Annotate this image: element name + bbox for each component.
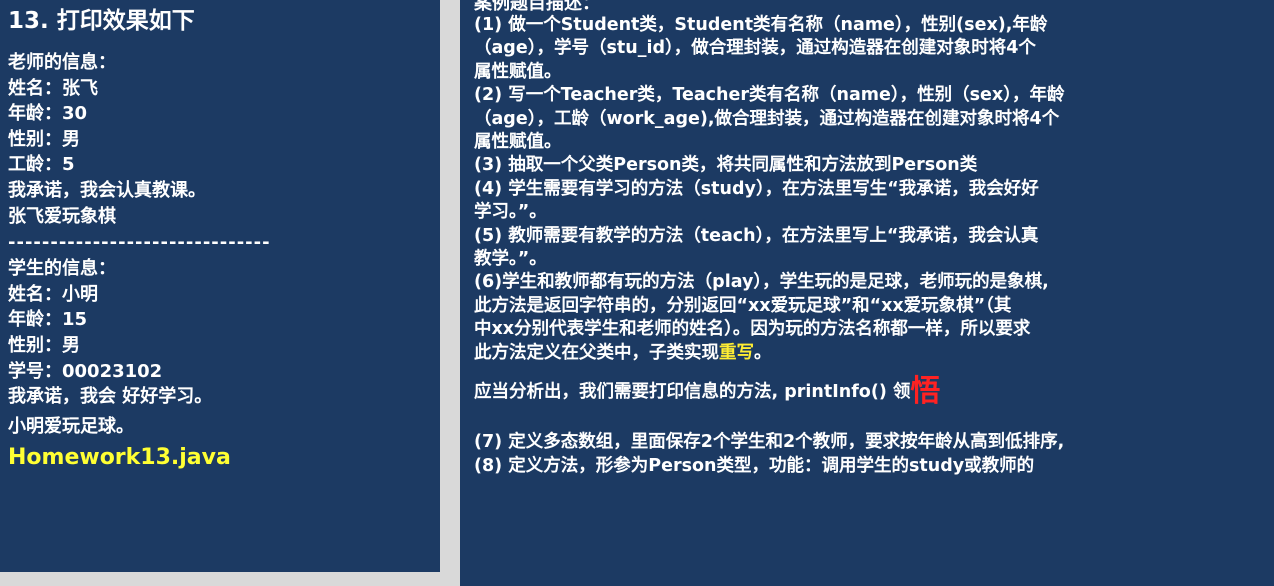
output-heading: 13. 打印效果如下	[8, 8, 195, 34]
insight-emphasis: 悟	[910, 374, 941, 410]
separator-line: -------------------------------	[8, 232, 271, 254]
description-line: (2) 写一个Teacher类，Teacher类有名称（name），性别（sex…	[474, 85, 1065, 106]
insight-text: 应当分析出，我们需要打印信息的方法, printInfo() 领	[474, 382, 911, 403]
description-line: (6)学生和教师都有玩的方法（play），学生玩的是足球，老师玩的是象棋,	[474, 272, 1049, 293]
description-line: （age），学号（stu_id），做合理封装，通过构造器在创建对象时将4个	[474, 38, 1036, 59]
description-last-line: 此方法定义在父类中，子类实现重写。	[474, 342, 1274, 365]
insight-line: 应当分析出，我们需要打印信息的方法, printInfo() 领悟	[474, 375, 1274, 409]
description-line: (4) 学生需要有学习的方法（study），在方法里写生“我承诺，我会好好	[474, 178, 1039, 199]
description-line: (5) 教师需要有教学的方法（teach），在方法里写上“我承诺，我会认真	[474, 225, 1039, 246]
student-play: 小明爱玩足球。	[8, 415, 134, 437]
description-line: （age），工龄（work_age),做合理封装，通过构造器在创建对象时将4个	[474, 108, 1060, 129]
student-sex: 性别：男	[8, 334, 80, 356]
description-line: (1) 做一个Student类，Student类有名称（name），性别(sex…	[474, 15, 1048, 35]
last-line-suffix: 。	[754, 342, 772, 363]
teacher-work-age: 工龄：5	[8, 154, 75, 176]
teacher-info-title: 老师的信息：	[8, 52, 116, 73]
slide: 13. 打印效果如下 老师的信息： 姓名：张飞 年龄：30 性别：男 工龄：5 …	[0, 0, 1274, 586]
description-line: 学习。”。	[474, 202, 547, 223]
description-line: 属性赋值。	[474, 61, 562, 82]
description-title: 案例题目描述：	[474, 0, 600, 14]
last-line-prefix: 此方法定义在父类中，子类实现	[474, 342, 719, 363]
teacher-age: 年龄：30	[8, 103, 88, 125]
student-id: 学号：00023102	[8, 360, 163, 382]
description-line: 教学。”。	[474, 249, 547, 270]
student-age: 年龄：15	[8, 309, 88, 331]
description-panel: 案例题目描述： (1) 做一个Student类，Student类有名称（name…	[460, 0, 1274, 586]
teacher-promise: 我承诺，我会认真教课。	[8, 179, 206, 201]
teacher-sex: 性别：男	[8, 128, 80, 150]
student-promise: 我承诺，我会 好好学习。	[8, 386, 213, 408]
description-line: 中xx分别代表学生和老师的姓名）。因为玩的方法名称都一样，所以要求	[474, 319, 1031, 340]
teacher-play: 张飞爱玩象棋	[8, 205, 116, 227]
description-line: 此方法是返回字符串的，分别返回“xx爱玩足球”和“xx爱玩象棋”（其	[474, 295, 1012, 316]
output-panel: 13. 打印效果如下 老师的信息： 姓名：张飞 年龄：30 性别：男 工龄：5 …	[0, 0, 440, 572]
description-line: 属性赋值。	[474, 132, 562, 153]
override-highlight: 重写	[719, 342, 754, 363]
description-line: (7) 定义多态数组，里面保存2个学生和2个教师，要求按年龄从高到低排序,	[474, 432, 1065, 453]
student-name: 姓名：小明	[8, 283, 98, 305]
description-line: (8) 定义方法，形参为Person类型，功能：调用学生的study或教师的	[474, 455, 1035, 476]
description-line: (3) 抽取一个父类Person类，将共同属性和方法放到Person类	[474, 155, 978, 176]
filename-label: Homework13.java	[8, 445, 231, 471]
student-info-title: 学生的信息：	[8, 258, 116, 280]
teacher-name: 姓名：张飞	[8, 77, 98, 99]
